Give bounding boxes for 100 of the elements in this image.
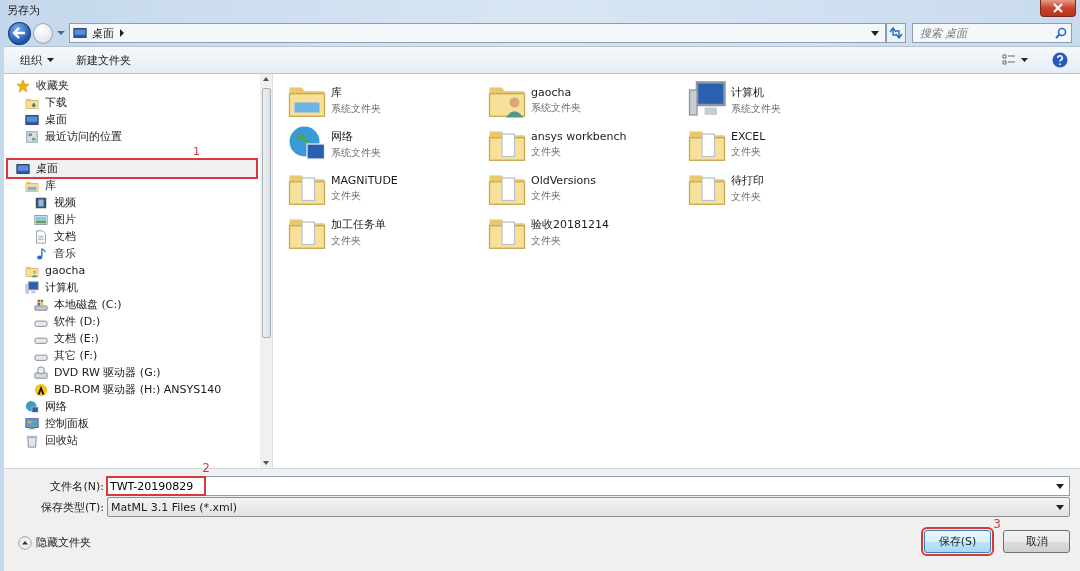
organize-menu[interactable]: 组织 [12, 49, 62, 71]
item-type: 文件夹 [331, 233, 362, 248]
caret-icon [47, 58, 54, 62]
file-name-label: 文件名(N): [49, 478, 105, 494]
item-type: 文件夹 [331, 188, 362, 203]
sidebar-item[interactable]: 音乐 [8, 245, 256, 262]
globe-icon [25, 399, 39, 414]
film-icon [34, 195, 48, 210]
item-name: OldVersions [531, 173, 596, 187]
close-button[interactable] [1040, 0, 1076, 17]
folder-item[interactable]: EXCEL 文件夹 [687, 122, 887, 166]
folder-item[interactable]: 计算机 系统文件夹 [687, 78, 887, 122]
item-type: 系统文件夹 [331, 145, 381, 160]
computer-icon [25, 280, 39, 295]
caret-icon [1056, 483, 1064, 489]
callout-number: 1 [193, 146, 200, 157]
address-location[interactable]: 桌面 [92, 25, 115, 41]
sidebar-item[interactable]: 库 [8, 177, 256, 194]
star-icon [16, 78, 30, 93]
new-folder-button[interactable]: 新建文件夹 [68, 49, 139, 71]
sidebar-item[interactable]: 图片 [8, 211, 256, 228]
recycle-bin-icon [25, 433, 39, 448]
back-button[interactable] [8, 21, 31, 45]
sidebar-item[interactable]: 桌面 [8, 111, 256, 128]
monitor-icon [73, 26, 88, 40]
cancel-button[interactable]: 取消 [1003, 530, 1070, 553]
refresh-button[interactable] [886, 23, 906, 43]
folder-item[interactable]: OldVersions 文件夹 [487, 166, 687, 210]
item-name: 库 [331, 84, 343, 100]
picture-icon [34, 212, 48, 227]
folder-item[interactable]: 待打印 文件夹 [687, 166, 887, 210]
sidebar-item[interactable]: gaocha [8, 262, 256, 279]
sidebar-item[interactable]: 最近访问的位置 [8, 128, 256, 145]
dvd-drive-icon [34, 365, 48, 380]
item-type: 系统文件夹 [731, 101, 781, 116]
item-name: gaocha [531, 85, 573, 99]
sidebar-item[interactable]: 下载 [8, 94, 256, 111]
search-icon [1055, 27, 1067, 39]
callout-number: 2 [202, 462, 210, 474]
help-icon[interactable] [1052, 52, 1068, 68]
sidebar-item[interactable]: 文档 (E:) [8, 330, 256, 347]
search-field[interactable]: 搜索 桌面 [917, 26, 1055, 40]
caret-icon [1021, 58, 1028, 62]
scrollbar[interactable] [260, 74, 272, 468]
file-name-field[interactable]: TWT-20190829 [108, 478, 204, 494]
file-type-dropdown[interactable]: MatML 3.1 Files (*.xml) [107, 497, 1070, 517]
caret-icon [1056, 504, 1064, 510]
item-name: MAGNiTUDE [331, 173, 398, 187]
item-name: 网络 [331, 128, 354, 144]
sidebar-item[interactable]: 收藏夹 [8, 77, 256, 94]
sidebar-item[interactable]: DVD RW 驱动器 (G:) [8, 364, 256, 381]
item-type: 系统文件夹 [331, 101, 381, 116]
item-type: 文件夹 [531, 188, 562, 203]
folder-item[interactable]: MAGNiTUDE 文件夹 [287, 166, 487, 210]
sidebar-item[interactable]: 视频 [8, 194, 256, 211]
search-box[interactable]: 搜索 桌面 [912, 23, 1072, 43]
close-icon [1052, 3, 1064, 13]
document-icon [34, 229, 48, 244]
item-name: 待打印 [731, 172, 764, 188]
sidebar-item[interactable]: 软件 (D:) [8, 313, 256, 330]
item-name: EXCEL [731, 129, 766, 143]
sidebar-item[interactable]: 文档 [8, 228, 256, 245]
folder-item[interactable]: 加工任务单 文件夹 [287, 210, 487, 254]
item-type: 文件夹 [531, 144, 562, 159]
folder-item[interactable]: 网络 系统文件夹 [287, 122, 487, 166]
item-type: 文件夹 [731, 144, 762, 159]
refresh-icon [889, 27, 904, 39]
music-note-icon [34, 246, 48, 261]
control-panel-icon [25, 416, 39, 431]
sidebar-item[interactable]: 其它 (F:) [8, 347, 256, 364]
recent-places-icon [25, 129, 39, 144]
hard-disk-icon [34, 297, 48, 312]
disc-drive-icon [34, 382, 48, 397]
file-type-label: 保存类型(T): [40, 499, 105, 515]
sidebar-item[interactable]: 网络 [8, 398, 256, 415]
window-title: 另存为 [7, 3, 40, 18]
chevron-icon[interactable] [119, 29, 126, 37]
sidebar-item[interactable]: 回收站 [8, 432, 256, 449]
item-name: 计算机 [731, 84, 765, 100]
folder-item[interactable]: 验收20181214 文件夹 [487, 210, 687, 254]
sidebar-item[interactable]: BD-ROM 驱动器 (H:) ANSYS140 [8, 381, 256, 398]
back-arrow-icon [12, 27, 27, 39]
folder-item[interactable]: 库 系统文件夹 [287, 78, 487, 122]
monitor-icon [25, 112, 39, 127]
hide-folders-button[interactable]: 隐藏文件夹 [4, 533, 97, 550]
view-list-icon [1002, 54, 1016, 66]
folder-item[interactable]: ansys workbench 文件夹 [487, 122, 687, 166]
item-name: 加工任务单 [331, 216, 386, 232]
sidebar-item[interactable]: 控制面板 [8, 415, 256, 432]
folder-item[interactable]: gaocha 系统文件夹 [487, 78, 687, 122]
address-bar[interactable]: 桌面 [69, 23, 887, 43]
item-name: ansys workbench [531, 129, 627, 143]
monitor-icon [16, 161, 30, 176]
sidebar-item[interactable]: 计算机 [8, 279, 256, 296]
callout-number: 3 [993, 518, 1001, 530]
item-type: 文件夹 [531, 233, 562, 248]
caret-icon[interactable] [871, 30, 880, 36]
item-type: 文件夹 [731, 189, 762, 204]
collapse-icon [18, 535, 32, 550]
sidebar-item[interactable]: 本地磁盘 (C:) [8, 296, 256, 313]
